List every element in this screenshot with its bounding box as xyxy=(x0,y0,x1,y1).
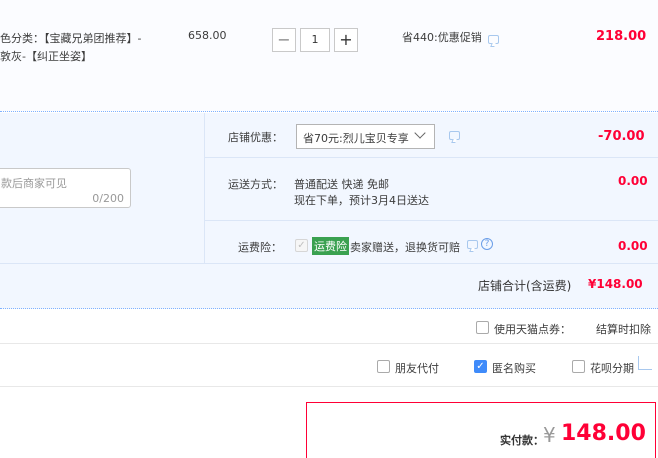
insurance-amount: 0.00 xyxy=(618,239,648,253)
shop-divider xyxy=(205,157,658,158)
insurance-text: 卖家赠送，退换货可赔 xyxy=(350,241,460,254)
item-unit-price: 658.00 xyxy=(188,29,227,42)
huabei-checkbox[interactable] xyxy=(572,360,585,373)
friend-pay-label: 朋友代付 xyxy=(395,362,439,375)
item-promo-text: 省440:优惠促销 xyxy=(402,31,482,44)
quantity-input[interactable]: 1 xyxy=(300,28,330,52)
friend-pay-checkbox[interactable] xyxy=(377,360,390,373)
shop-discount-amount: -70.00 xyxy=(598,129,645,144)
payment-summary-box: 实付款： ¥ 148.00 xyxy=(306,402,656,458)
item-subtotal: 218.00 xyxy=(596,29,647,44)
insurance-label: 运费险： xyxy=(238,241,282,254)
quantity-decrease-button[interactable]: − xyxy=(272,28,296,52)
chevron-down-icon xyxy=(414,127,426,139)
shop-divider xyxy=(205,220,658,221)
item-sku-line2: 敦灰-【纠正坐姿】 xyxy=(0,50,92,63)
tmall-points-note: 结算时扣除 xyxy=(596,323,651,336)
huabei-info-icon[interactable] xyxy=(638,356,652,370)
shop-discount-label: 店铺优惠： xyxy=(228,131,283,144)
shipping-amount: 0.00 xyxy=(618,174,648,188)
shop-total-label: 店铺合计(含运费) xyxy=(478,279,572,293)
tmall-points-checkbox[interactable] xyxy=(476,321,489,334)
options-divider xyxy=(0,343,658,344)
seller-message-placeholder: 款后商家可见 xyxy=(1,177,67,190)
tmall-points-label: 使用天猫点券： xyxy=(494,323,571,336)
shipping-method: 普通配送 快递 免邮 xyxy=(294,178,389,191)
shop-discount-select[interactable]: 省70元:烈儿宝贝专享 xyxy=(296,124,435,149)
anonymous-label: 匿名购买 xyxy=(492,362,536,375)
payment-label: 实付款： xyxy=(500,434,544,447)
insurance-checkbox: ✓ xyxy=(295,239,308,252)
seller-message-input[interactable]: 款后商家可见 0/200 xyxy=(0,168,131,208)
shop-discount-select-value: 省70元:烈儿宝贝专享 xyxy=(303,132,409,145)
insurance-info-icon[interactable] xyxy=(467,240,478,249)
shipping-eta: 现在下单，预计3月4日送达 xyxy=(294,194,429,207)
payment-amount: 148.00 xyxy=(561,421,646,446)
quantity-increase-button[interactable]: + xyxy=(334,28,358,52)
huabei-label: 花呗分期 xyxy=(590,362,634,375)
help-question-icon[interactable]: ? xyxy=(481,238,493,250)
payment-currency: ¥ xyxy=(543,423,556,447)
shop-divider-vertical xyxy=(204,113,205,263)
anonymous-checkbox[interactable]: ✓ xyxy=(474,360,487,373)
insurance-badge: 运费险 xyxy=(312,237,349,255)
order-item-row: 色分类：【宝藏兄弟团推荐】- 敦灰-【纠正坐姿】 658.00 − 1 + 省4… xyxy=(0,0,658,112)
item-sku-line1: 色分类：【宝藏兄弟团推荐】- xyxy=(0,32,142,45)
options-divider xyxy=(0,386,658,387)
discount-info-icon[interactable] xyxy=(449,131,460,140)
seller-message-counter: 0/200 xyxy=(92,192,124,205)
shop-divider xyxy=(0,263,658,264)
promo-info-icon[interactable] xyxy=(488,35,499,44)
shipping-label: 运送方式： xyxy=(228,178,283,191)
shop-total-value: ¥148.00 xyxy=(588,277,643,291)
